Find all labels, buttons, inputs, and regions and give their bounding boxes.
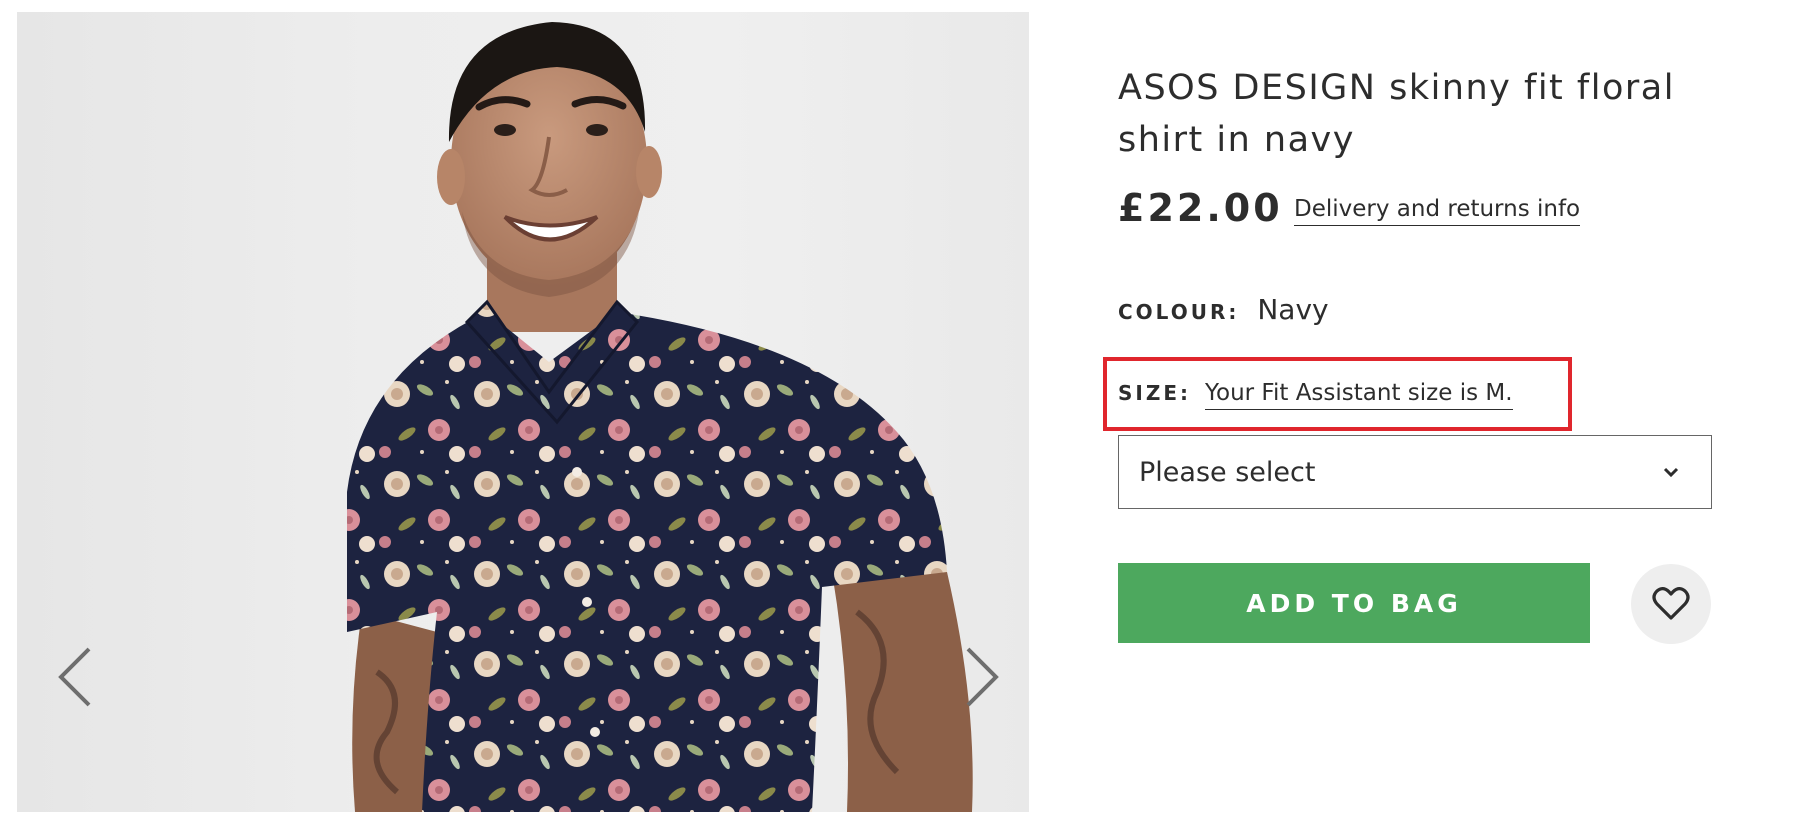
chevron-left-icon	[58, 647, 91, 707]
product-photo	[347, 22, 973, 812]
heart-icon	[1652, 587, 1690, 620]
add-to-bag-button[interactable]: ADD TO BAG	[1118, 563, 1590, 643]
colour-value: Navy	[1257, 293, 1329, 326]
fit-assistant-link[interactable]: Your Fit Assistant size is M.	[1205, 380, 1513, 410]
product-image-gallery	[17, 12, 1029, 812]
delivery-returns-link[interactable]: Delivery and returns info	[1294, 196, 1581, 226]
size-row: SIZE: Your Fit Assistant size is M.	[1118, 380, 1513, 410]
colour-label: COLOUR:	[1118, 300, 1240, 324]
chevron-right-icon	[966, 647, 999, 707]
size-label: SIZE:	[1118, 381, 1192, 405]
size-select[interactable]: Please select	[1118, 435, 1712, 509]
product-details: ASOS DESIGN skinny fit floral shirt in n…	[1103, 0, 1718, 823]
colour-row: COLOUR: Navy	[1118, 293, 1329, 326]
chevron-down-icon	[1663, 467, 1679, 478]
previous-image-button[interactable]	[45, 632, 105, 722]
save-for-later-button[interactable]	[1631, 564, 1711, 644]
size-select-value: Please select	[1139, 456, 1316, 488]
product-price: £22.00	[1118, 186, 1283, 230]
add-to-bag-label: ADD TO BAG	[1246, 588, 1462, 618]
next-image-button[interactable]	[952, 632, 1012, 722]
product-title: ASOS DESIGN skinny fit floral shirt in n…	[1118, 68, 1675, 160]
